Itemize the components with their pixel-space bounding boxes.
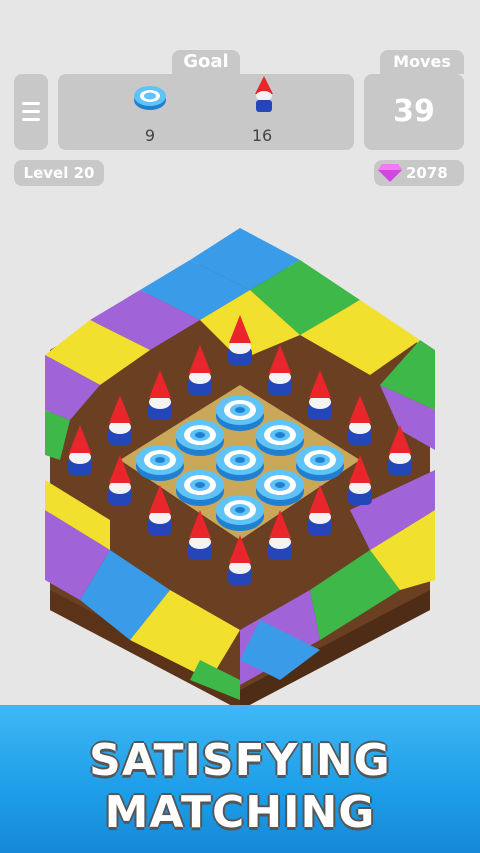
ring-piece[interactable] [136, 445, 184, 481]
gem-counter[interactable]: 2078 [374, 160, 464, 186]
gnome-icon [255, 76, 273, 112]
goal-count-gnomes: 16 [251, 126, 273, 145]
gem-count: 2078 [406, 164, 448, 182]
ring-piece[interactable] [176, 470, 224, 506]
ring-piece[interactable] [176, 420, 224, 456]
hamburger-icon-bar [22, 102, 40, 105]
gem-icon [378, 164, 402, 182]
hamburger-icon-bar [22, 110, 40, 113]
ring-piece[interactable] [216, 395, 264, 431]
game-board[interactable] [0, 210, 480, 710]
moves-label: Moves [380, 50, 464, 74]
level-indicator: Level 20 [14, 160, 104, 186]
ring-piece[interactable] [216, 445, 264, 481]
menu-button[interactable] [14, 74, 48, 150]
ring-piece[interactable] [256, 470, 304, 506]
banner-line-2: MATCHING [104, 787, 376, 838]
blue-rings-icon [134, 86, 166, 110]
ring-piece[interactable] [216, 495, 264, 531]
ring-piece[interactable] [296, 445, 344, 481]
goal-label: Goal [172, 50, 240, 74]
goal-count-rings: 9 [144, 126, 156, 145]
moves-counter: 39 [364, 74, 464, 150]
hamburger-icon-bar [22, 118, 40, 121]
banner-line-1: SATISFYING [89, 735, 391, 786]
promo-banner: SATISFYING MATCHING [0, 705, 480, 853]
goal-panel [58, 74, 354, 150]
ring-piece[interactable] [256, 420, 304, 456]
